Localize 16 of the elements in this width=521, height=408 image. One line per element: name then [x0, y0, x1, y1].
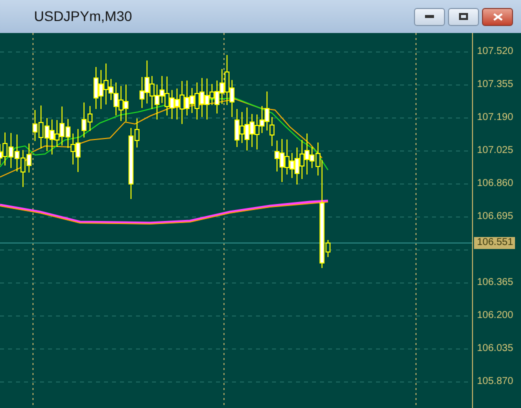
close-button[interactable] [482, 8, 513, 26]
minimize-button[interactable] [414, 8, 445, 26]
price-label: 106.200 [477, 310, 514, 322]
maximize-button[interactable] [448, 8, 479, 26]
price-label: 105.870 [477, 376, 514, 388]
price-label: 106.695 [477, 211, 514, 223]
current-price-label: 106.551 [474, 237, 516, 249]
close-icon [492, 12, 502, 20]
price-label: 107.520 [477, 46, 514, 58]
price-label: 106.365 [477, 277, 514, 289]
window-title: USDJPYm,M30 [34, 7, 132, 26]
price-label: 107.355 [477, 79, 514, 91]
price-label: 107.025 [477, 145, 514, 157]
price-label: 107.190 [477, 112, 514, 124]
price-label: 106.860 [477, 178, 514, 190]
price-label: 106.035 [477, 343, 514, 355]
